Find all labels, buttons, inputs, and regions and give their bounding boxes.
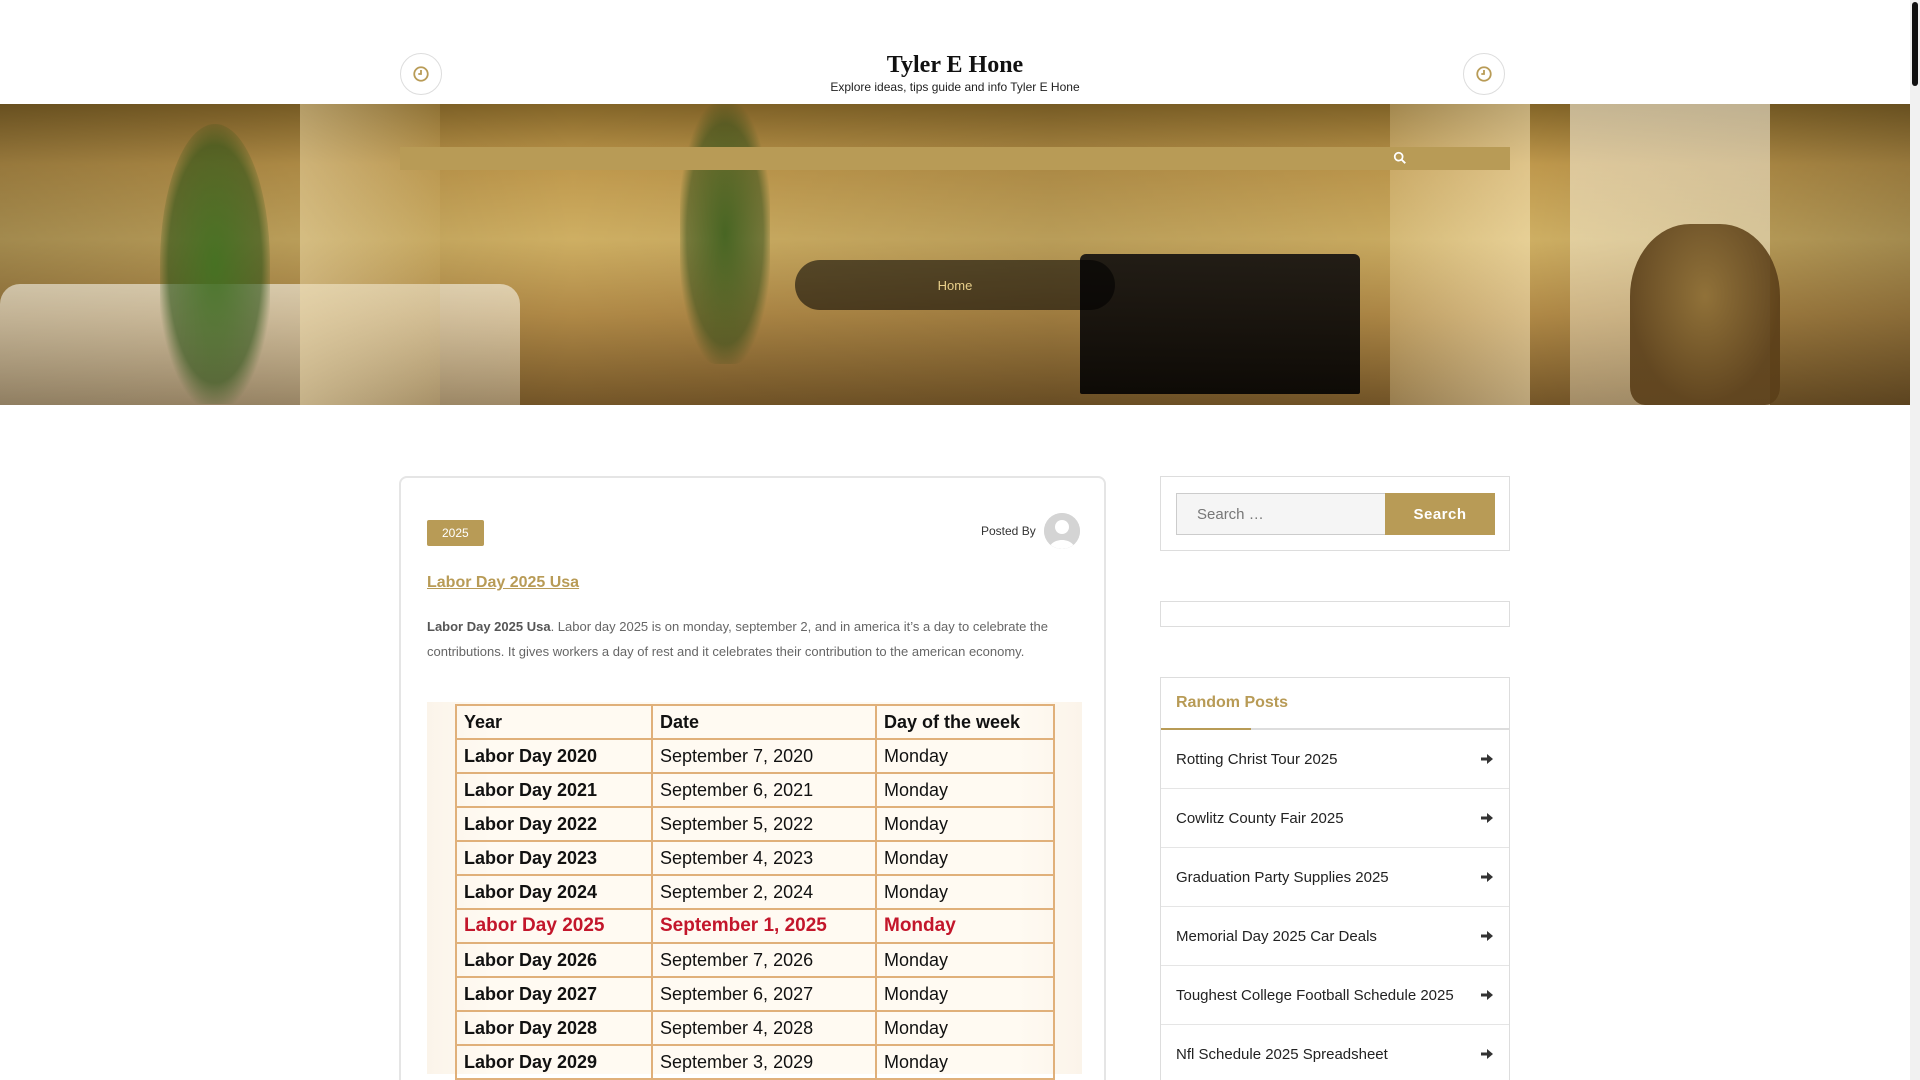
table-cell: September 6, 2027 <box>651 976 877 1012</box>
table-cell: Labor Day 2027 <box>455 976 653 1012</box>
table-cell: September 4, 2023 <box>651 840 877 876</box>
table-header-cell: Date <box>651 704 877 740</box>
table-cell: September 6, 2021 <box>651 772 877 808</box>
arrow-right-icon <box>1481 872 1493 882</box>
table-row: Labor Day 2029 September 3, 2029 Monday <box>455 1044 1055 1080</box>
excerpt-bold-text: Labor Day 2025 Usa <box>427 619 551 634</box>
random-posts-heading: Random Posts <box>1161 678 1509 730</box>
table-cell: Monday <box>875 976 1055 1012</box>
hero-decoration <box>160 124 270 404</box>
table-cell: Monday <box>875 908 1055 944</box>
labor-day-table-image: Year Date Day of the week Labor Day 2020… <box>427 702 1082 1080</box>
table-cell: Labor Day 2021 <box>455 772 653 808</box>
hero-decoration <box>680 104 770 364</box>
category-badge[interactable]: 2025 <box>427 520 484 546</box>
random-posts-title: Random Posts <box>1176 694 1289 711</box>
random-post-label: Memorial Day 2025 Car Deals <box>1176 927 1377 945</box>
random-post-label: Toughest College Football Schedule 2025 <box>1176 986 1454 1004</box>
table-cell: September 2, 2024 <box>651 874 877 910</box>
labor-day-table: Year Date Day of the week Labor Day 2020… <box>455 704 1055 1080</box>
table-row: Labor Day 2024 September 2, 2024 Monday <box>455 874 1055 910</box>
random-post-item[interactable]: Nfl Schedule 2025 Spreadsheet <box>1161 1025 1509 1080</box>
main-nav-bar <box>400 147 1510 170</box>
search-input[interactable]: Search … <box>1176 493 1386 535</box>
table-cell: Labor Day 2028 <box>455 1010 653 1046</box>
search-button[interactable]: Search <box>1385 493 1495 535</box>
random-post-item[interactable]: Graduation Party Supplies 2025 <box>1161 848 1509 907</box>
random-posts-widget: Random Posts Rotting Christ Tour 2025 Co… <box>1160 677 1510 1080</box>
table-row: Labor Day 2020 September 7, 2020 Monday <box>455 738 1055 774</box>
table-cell: Monday <box>875 942 1055 978</box>
table-row: Labor Day 2021 September 6, 2021 Monday <box>455 772 1055 808</box>
random-post-label: Nfl Schedule 2025 Spreadsheet <box>1176 1045 1388 1063</box>
arrow-right-icon <box>1481 931 1493 941</box>
table-cell: September 4, 2028 <box>651 1010 877 1046</box>
table-cell: Labor Day 2029 <box>455 1044 653 1080</box>
table-cell: Labor Day 2024 <box>455 874 653 910</box>
random-post-item[interactable]: Cowlitz County Fair 2025 <box>1161 789 1509 848</box>
table-cell: September 5, 2022 <box>651 806 877 842</box>
table-header-row: Year Date Day of the week <box>455 704 1055 740</box>
arrow-right-icon <box>1481 990 1493 1000</box>
table-row: Labor Day 2022 September 5, 2022 Monday <box>455 806 1055 842</box>
table-cell: Monday <box>875 840 1055 876</box>
random-post-item[interactable]: Memorial Day 2025 Car Deals <box>1161 907 1509 966</box>
search-icon[interactable] <box>1393 151 1409 167</box>
table-cell: Labor Day 2023 <box>455 840 653 876</box>
table-cell: Monday <box>875 738 1055 774</box>
post-excerpt: Labor Day 2025 Usa. Labor day 2025 is on… <box>427 614 1082 664</box>
breadcrumb-home-link[interactable]: Home <box>938 278 973 293</box>
table-cell: September 3, 2029 <box>651 1044 877 1080</box>
random-post-label: Rotting Christ Tour 2025 <box>1176 750 1338 768</box>
arrow-right-icon <box>1481 1049 1493 1059</box>
breadcrumb: Home <box>795 260 1115 310</box>
site-header: Tyler E Hone Explore ideas, tips guide a… <box>0 0 1910 104</box>
random-post-item[interactable]: Toughest College Football Schedule 2025 <box>1161 966 1509 1025</box>
random-post-label: Cowlitz County Fair 2025 <box>1176 809 1344 827</box>
empty-widget <box>1160 601 1510 627</box>
posted-by-label: Posted By <box>981 524 1036 538</box>
clock-icon-right[interactable] <box>1463 53 1505 95</box>
table-cell: Monday <box>875 806 1055 842</box>
table-cell: Monday <box>875 1010 1055 1046</box>
heading-underline <box>1161 728 1251 730</box>
arrow-right-icon <box>1481 813 1493 823</box>
table-row: Labor Day 2026 September 7, 2026 Monday <box>455 942 1055 978</box>
table-row: Labor Day 2023 September 4, 2023 Monday <box>455 840 1055 876</box>
table-cell: Labor Day 2022 <box>455 806 653 842</box>
author-avatar[interactable] <box>1044 513 1080 549</box>
table-header-cell: Day of the week <box>875 704 1055 740</box>
table-cell: September 7, 2026 <box>651 942 877 978</box>
hero-decoration <box>1630 224 1780 405</box>
table-cell: Labor Day 2025 <box>455 908 653 944</box>
avatar-icon <box>1044 513 1080 549</box>
table-row: Labor Day 2028 September 4, 2028 Monday <box>455 1010 1055 1046</box>
page-scrollbar[interactable] <box>1910 0 1920 1080</box>
random-post-item[interactable]: Rotting Christ Tour 2025 <box>1161 730 1509 789</box>
search-widget: Search … Search <box>1160 476 1510 551</box>
table-cell: Monday <box>875 874 1055 910</box>
table-cell: September 7, 2020 <box>651 738 877 774</box>
table-row: Labor Day 2027 September 6, 2027 Monday <box>455 976 1055 1012</box>
arrow-right-icon <box>1481 754 1493 764</box>
hero-decoration <box>1080 254 1360 394</box>
table-cell: Labor Day 2020 <box>455 738 653 774</box>
scrollbar-thumb[interactable] <box>1912 2 1918 86</box>
site-description: Explore ideas, tips guide and info Tyler… <box>830 80 1080 94</box>
table-cell: September 1, 2025 <box>651 908 877 944</box>
random-post-label: Graduation Party Supplies 2025 <box>1176 868 1389 886</box>
table-cell: Monday <box>875 772 1055 808</box>
table-header-cell: Year <box>455 704 653 740</box>
site-title[interactable]: Tyler E Hone <box>0 52 1910 79</box>
table-row-highlighted: Labor Day 2025 September 1, 2025 Monday <box>455 908 1055 944</box>
post-card: 2025 Posted By Labor Day 2025 Usa Labor … <box>399 476 1106 1080</box>
table-cell: Labor Day 2026 <box>455 942 653 978</box>
table-cell: Monday <box>875 1044 1055 1080</box>
clock-icon-glyph <box>1476 66 1492 82</box>
post-title-link[interactable]: Labor Day 2025 Usa <box>427 574 579 592</box>
